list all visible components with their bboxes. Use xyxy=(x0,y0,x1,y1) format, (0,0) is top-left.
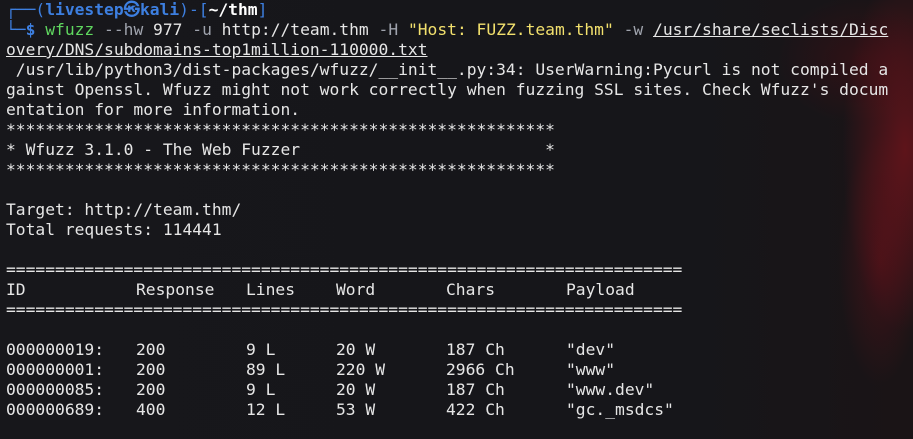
prompt-line: ┌──(livestep㉿kali)-[~/thm] xyxy=(6,0,910,20)
command-url: http://team.thm xyxy=(211,20,379,39)
prompt-corner-top: ┌──( xyxy=(6,0,46,19)
banner-title: * Wfuzz 3.1.0 - The Web Fuzzer * xyxy=(6,140,555,159)
table-row: 000000085: 200 9 L 20 W 187 Ch "www.dev" xyxy=(6,380,910,400)
command-header: "Host: FUZZ.team.thm" xyxy=(407,20,614,39)
command-wordlist-part2: overy/DNS/subdomains-top1million-110000.… xyxy=(6,40,428,59)
total-requests-line: Total requests: 114441 xyxy=(6,220,222,239)
result-chars: 422 Ch xyxy=(446,400,505,419)
warning-line-3: entation for more information. xyxy=(6,100,301,119)
result-lines: 12 L xyxy=(246,400,286,419)
table-row: 000000019: 200 9 L 20 W 187 Ch "dev" xyxy=(6,340,910,360)
command-program: wfuzz xyxy=(45,20,95,39)
results-separator-bottom: ========================================… xyxy=(6,300,683,319)
result-lines: 89 L xyxy=(246,360,286,379)
command-flag-u: -u xyxy=(192,20,212,39)
prompt-user: livestep xyxy=(45,0,124,19)
command-flag-w: -w xyxy=(613,20,654,39)
prompt-host: kali xyxy=(139,0,180,19)
command-hw-value: 977 xyxy=(143,20,193,39)
result-response: 200 xyxy=(136,360,166,379)
command-wrap-line: overy/DNS/subdomains-top1million-110000.… xyxy=(6,40,910,60)
skull-icon: ㉿ xyxy=(123,0,140,19)
warning-line-2: gainst Openssl. Wfuzz might not work cor… xyxy=(6,80,889,99)
table-row: 000000689: 400 12 L 53 W 422 Ch "gc._msd… xyxy=(6,400,910,420)
header-word: Word xyxy=(336,280,376,299)
command-line: └─$ wfuzz --hw 977 -u http://team.thm -H… xyxy=(6,20,910,40)
results-separator-top: ========================================… xyxy=(6,260,683,279)
result-id: 000000019: xyxy=(6,340,105,359)
result-lines: 9 L xyxy=(246,380,276,399)
result-lines: 9 L xyxy=(246,340,276,359)
result-chars: 187 Ch xyxy=(446,340,505,359)
result-payload: "www" xyxy=(566,360,616,379)
result-word: 220 W xyxy=(336,360,386,379)
target-line: Target: http://team.thm/ xyxy=(6,200,242,219)
prompt-directory: ~/thm xyxy=(208,0,258,19)
warning-line-1: /usr/lib/python3/dist-packages/wfuzz/__i… xyxy=(6,60,889,79)
result-payload: "dev" xyxy=(566,340,616,359)
header-response: Response xyxy=(136,280,215,299)
header-lines: Lines xyxy=(246,280,296,299)
result-response: 200 xyxy=(136,340,166,359)
result-id: 000000689: xyxy=(6,400,105,419)
prompt-dollar: $ xyxy=(25,20,46,39)
result-chars: 187 Ch xyxy=(446,380,505,399)
result-response: 200 xyxy=(136,380,166,399)
header-payload: Payload xyxy=(566,280,635,299)
command-flag-h: -H xyxy=(378,20,408,39)
result-payload: "gc._msdcs" xyxy=(566,400,674,419)
banner-border-top: ****************************************… xyxy=(6,120,555,139)
result-word: 20 W xyxy=(336,380,376,399)
result-chars: 2966 Ch xyxy=(446,360,515,379)
result-id: 000000001: xyxy=(6,360,105,379)
terminal-output[interactable]: ┌──(livestep㉿kali)-[~/thm] └─$ wfuzz --h… xyxy=(6,0,910,420)
prompt-corner-bottom: └─ xyxy=(6,20,26,39)
result-id: 000000085: xyxy=(6,380,105,399)
prompt-bracket-close: ] xyxy=(257,0,268,19)
header-chars: Chars xyxy=(446,280,496,299)
result-response: 400 xyxy=(136,400,166,419)
results-header-row: ID Response Lines Word Chars Payload xyxy=(6,280,910,300)
command-wordlist-part1: /usr/share/seclists/Disc xyxy=(653,20,889,39)
header-id: ID xyxy=(6,280,26,299)
command-flag-hw: --hw xyxy=(94,20,144,39)
banner-border-bottom: ****************************************… xyxy=(6,160,555,179)
table-row: 000000001: 200 89 L 220 W 2966 Ch "www" xyxy=(6,360,910,380)
prompt-bracket: )-[ xyxy=(179,0,209,19)
result-word: 53 W xyxy=(336,400,376,419)
result-payload: "www.dev" xyxy=(566,380,655,399)
result-word: 20 W xyxy=(336,340,376,359)
